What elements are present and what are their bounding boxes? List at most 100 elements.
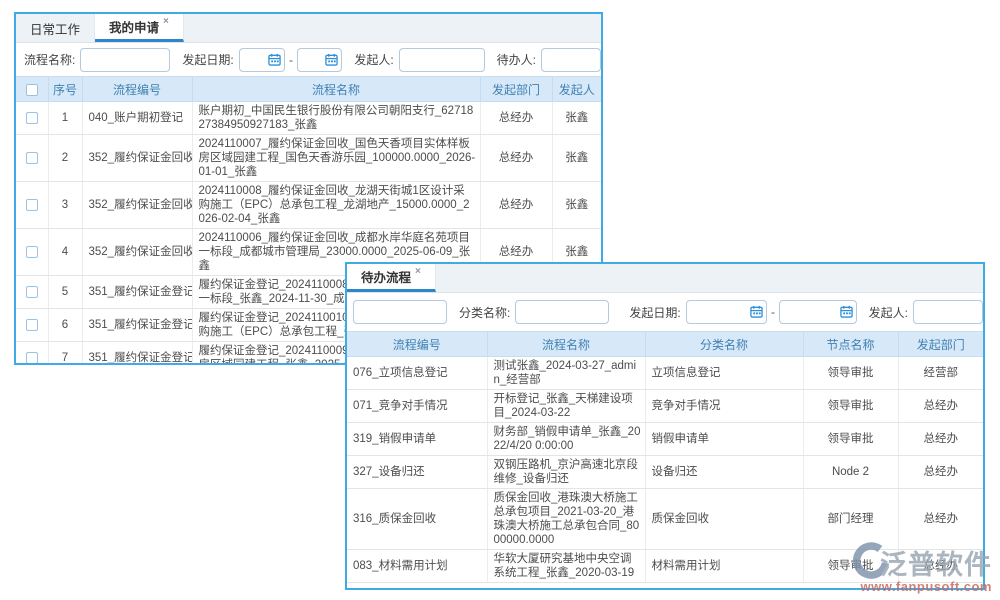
flow-code-cell: 071_竞争对手情况 (347, 390, 487, 423)
select-all-checkbox[interactable] (26, 84, 38, 96)
checkbox-cell (16, 342, 48, 366)
flow-code-cell: 076_立项信息登记 (347, 357, 487, 390)
dept-cell: 总经办 (480, 182, 552, 229)
tab-todo-flows[interactable]: 待办流程 × (347, 264, 436, 292)
dept-cell: 总经办 (898, 390, 983, 423)
start-date-from-field (239, 48, 285, 72)
dept-cell: 总经办 (898, 423, 983, 456)
flow-code-cell: 352_履约保证金回收 (82, 182, 192, 229)
flow-code-cell: 351_履约保证金登记 (82, 309, 192, 342)
row-checkbox[interactable] (26, 152, 38, 164)
start-date-from-field (686, 300, 767, 324)
start-date-to-input[interactable] (297, 48, 342, 72)
seq-cell: 1 (48, 102, 82, 135)
table-row[interactable]: 316_质保金回收 质保金回收_港珠澳大桥施工总承包项目_2021-03-20_… (347, 489, 983, 550)
initiator-label: 发起人: (354, 51, 393, 68)
flow-name-input[interactable] (353, 300, 447, 324)
todo-person-label: 待办人: (497, 51, 536, 68)
column-header: 序号 (48, 77, 82, 102)
checkbox-cell (16, 182, 48, 229)
column-header: 分类名称 (645, 332, 803, 357)
column-header: 流程名称 (487, 332, 645, 357)
initiator-cell: 张鑫 (552, 182, 601, 229)
category-cell: 立项信息登记 (645, 357, 803, 390)
close-icon[interactable]: × (415, 266, 421, 277)
start-date-from-input[interactable] (239, 48, 285, 72)
table-row[interactable]: 1 040_账户期初登记 账户期初_中国民生银行股份有限公司朝阳支行_62718… (16, 102, 601, 135)
start-date-to-input[interactable] (779, 300, 857, 324)
tab-my-requests-label: 我的申请 (109, 17, 159, 36)
seq-cell: 7 (48, 342, 82, 366)
flow-code-cell: 351_履约保证金登记 (82, 276, 192, 309)
todo-person-input[interactable] (541, 48, 601, 72)
start-date-label: 发起日期: (629, 304, 680, 321)
table-row[interactable]: 071_竞争对手情况 开标登记_张鑫_天梯建设项目_2024-03-22 竞争对… (347, 390, 983, 423)
flow-code-cell: 040_账户期初登记 (82, 102, 192, 135)
row-checkbox[interactable] (26, 319, 38, 331)
flow-name-cell: 2024110007_履约保证金回收_国色天香项目实体样板房区域园建工程_国色天… (192, 135, 480, 182)
checkbox-cell (16, 309, 48, 342)
checkbox-cell (16, 229, 48, 276)
dept-cell: 总经办 (898, 550, 983, 583)
start-date-label: 发起日期: (182, 51, 233, 68)
start-date-to-field (779, 300, 857, 324)
flow-code-cell: 319_销假申请单 (347, 423, 487, 456)
initiator-input[interactable] (913, 300, 983, 324)
todo-flows-table: 流程编号流程名称分类名称节点名称发起部门 076_立项信息登记 测试张鑫_202… (347, 331, 983, 583)
table-row[interactable]: 076_立项信息登记 测试张鑫_2024-03-27_admin_经营部 立项信… (347, 357, 983, 390)
flow-code-cell: 351_履约保证金登记 (82, 342, 192, 366)
back-tabbar: 日常工作 我的申请 × (16, 14, 601, 43)
row-checkbox[interactable] (26, 286, 38, 298)
initiator-cell: 张鑫 (552, 102, 601, 135)
flow-code-cell: 352_履约保证金回收 (82, 229, 192, 276)
date-range-separator: - (289, 53, 293, 67)
tab-daily-work[interactable]: 日常工作 (16, 14, 95, 42)
table-row[interactable]: 327_设备归还 双钢压路机_京沪高速北京段维修_设备归还 设备归还 Node … (347, 456, 983, 489)
flow-code-cell: 316_质保金回收 (347, 489, 487, 550)
initiator-cell: 张鑫 (552, 135, 601, 182)
row-checkbox[interactable] (26, 199, 38, 211)
close-icon[interactable]: × (163, 16, 169, 27)
seq-cell: 4 (48, 229, 82, 276)
dept-cell: 总经办 (898, 489, 983, 550)
dept-cell: 经营部 (898, 357, 983, 390)
dept-cell: 总经办 (480, 102, 552, 135)
node-cell: 领导审批 (803, 357, 898, 390)
column-header: 流程编号 (347, 332, 487, 357)
node-cell: 领导审批 (803, 390, 898, 423)
initiator-label: 发起人: (869, 304, 908, 321)
seq-cell: 2 (48, 135, 82, 182)
table-row[interactable]: 2 352_履约保证金回收 2024110007_履约保证金回收_国色天香项目实… (16, 135, 601, 182)
flow-code-cell: 352_履约保证金回收 (82, 135, 192, 182)
flow-name-cell: 2024110008_履约保证金回收_龙湖天街城1区设计采购施工（EPC）总承包… (192, 182, 480, 229)
table-row[interactable]: 083_材料需用计划 华软大厦研究基地中央空调系统工程_张鑫_2020-03-1… (347, 550, 983, 583)
table-row[interactable]: 3 352_履约保证金回收 2024110008_履约保证金回收_龙湖天街城1区… (16, 182, 601, 229)
flow-name-cell: 华软大厦研究基地中央空调系统工程_张鑫_2020-03-19 (487, 550, 645, 583)
column-header: 发起部门 (480, 77, 552, 102)
category-cell: 材料需用计划 (645, 550, 803, 583)
column-header: 发起部门 (898, 332, 983, 357)
initiator-input[interactable] (399, 48, 485, 72)
flow-name-cell: 账户期初_中国民生银行股份有限公司朝阳支行_627182738495092718… (192, 102, 480, 135)
tab-daily-work-label: 日常工作 (30, 19, 80, 38)
start-date-to-field (297, 48, 342, 72)
row-checkbox[interactable] (26, 112, 38, 124)
row-checkbox[interactable] (26, 352, 38, 364)
category-input[interactable] (515, 300, 609, 324)
flow-name-cell: 开标登记_张鑫_天梯建设项目_2024-03-22 (487, 390, 645, 423)
column-header: 流程名称 (192, 77, 480, 102)
node-cell: 领导审批 (803, 550, 898, 583)
seq-cell: 3 (48, 182, 82, 229)
start-date-from-input[interactable] (686, 300, 767, 324)
row-checkbox[interactable] (26, 246, 38, 258)
flow-name-input[interactable] (80, 48, 170, 72)
tab-todo-flows-label: 待办流程 (361, 267, 411, 286)
todo-flows-window: 待办流程 × 分类名称: 发起日期: - 发起人: 流程编号流程名称分类名称节点… (345, 262, 985, 590)
flow-name-cell: 质保金回收_港珠澳大桥施工总承包项目_2021-03-20_港珠澳大桥施工总承包… (487, 489, 645, 550)
category-cell: 销假申请单 (645, 423, 803, 456)
table-row[interactable]: 319_销假申请单 财务部_销假申请单_张鑫_2022/4/20 0:00:00… (347, 423, 983, 456)
flow-name-cell: 财务部_销假申请单_张鑫_2022/4/20 0:00:00 (487, 423, 645, 456)
tab-my-requests[interactable]: 我的申请 × (95, 14, 184, 42)
dept-cell: 总经办 (480, 135, 552, 182)
flow-code-cell: 327_设备归还 (347, 456, 487, 489)
